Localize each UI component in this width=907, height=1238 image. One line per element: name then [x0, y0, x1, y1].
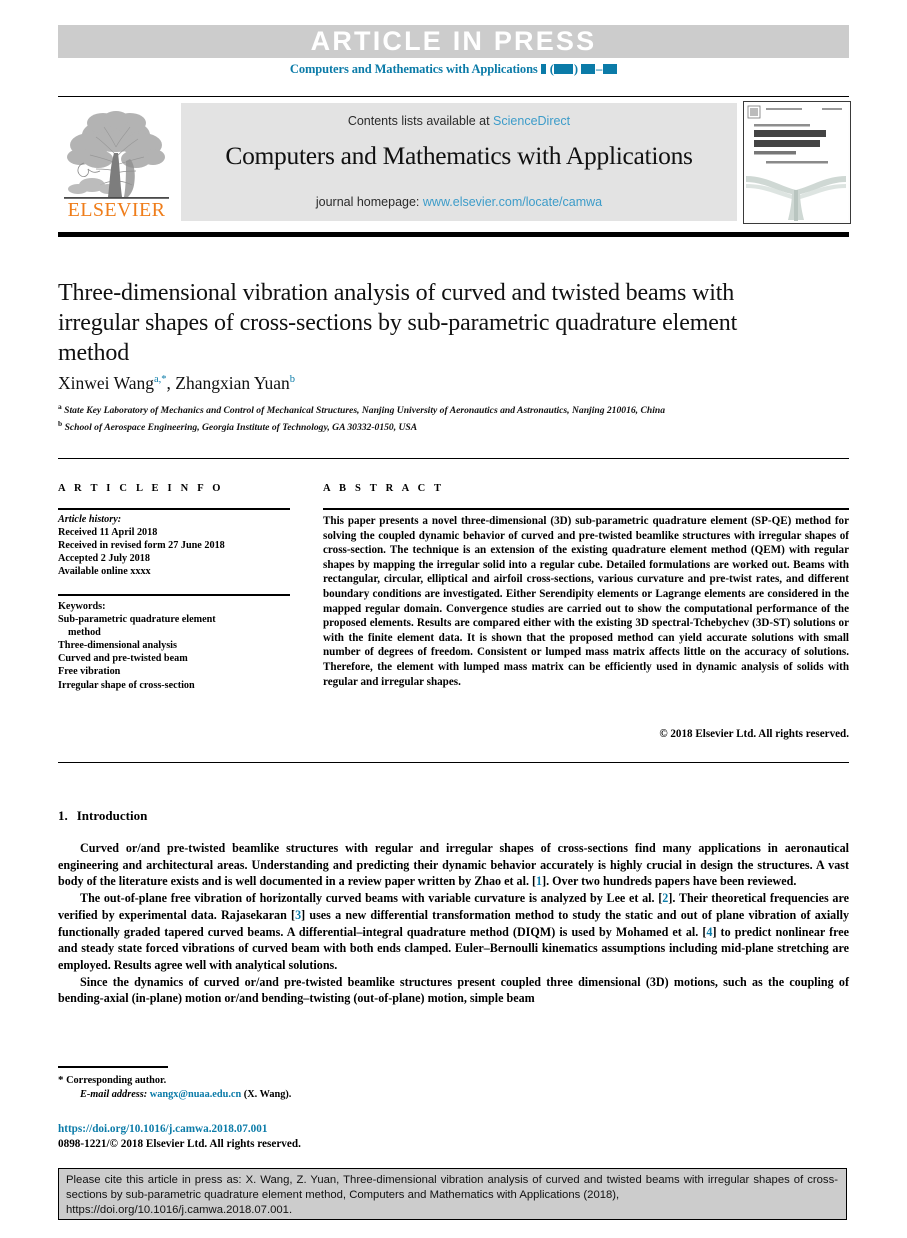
paragraph-1: Curved or/and pre-twisted beamlike struc…	[58, 840, 849, 890]
contents-lists-line: Contents lists available at ScienceDirec…	[181, 114, 737, 128]
introduction-body: Curved or/and pre-twisted beamlike struc…	[58, 840, 849, 1007]
affiliation-b: b School of Aerospace Engineering, Georg…	[58, 418, 838, 435]
author-name-2: Zhangxian Yuan	[175, 373, 290, 393]
affiliations: a State Key Laboratory of Mechanics and …	[58, 401, 838, 434]
author-name-1: Xinwei Wang	[58, 373, 154, 393]
author-1-affiliation-marks: a,*	[153, 374, 167, 386]
issn-copyright-line: 0898-1221/© 2018 Elsevier Ltd. All right…	[58, 1138, 301, 1150]
email-owner: (X. Wang).	[243, 1089, 292, 1101]
homepage-label: journal homepage:	[315, 195, 423, 209]
abstract-text: This paper presents a novel three-dimens…	[323, 515, 849, 688]
journal-homepage-link[interactable]: www.elsevier.com/locate/camwa	[423, 195, 602, 209]
section-heading-introduction: 1. Introduction	[58, 808, 147, 824]
corresponding-author-line: * Corresponding author.	[58, 1073, 578, 1088]
paren-close: )	[573, 62, 578, 76]
keyword-item: Irregular shape of cross-section	[58, 679, 195, 691]
affiliation-a: a State Key Laboratory of Mechanics and …	[58, 401, 838, 418]
article-in-press-banner: ARTICLE IN PRESS	[58, 25, 849, 58]
abstract-heading: A B S T R A C T	[323, 483, 445, 494]
journal-info-panel: Contents lists available at ScienceDirec…	[181, 103, 737, 221]
journal-masthead: ELSEVIER Contents lists available at Sci…	[58, 101, 851, 224]
history-received: Received 11 April 2018	[58, 527, 158, 539]
elsevier-wordmark: ELSEVIER	[67, 199, 166, 221]
keywords-label: Keywords:	[58, 601, 106, 612]
affiliation-b-mark: b	[58, 418, 63, 428]
history-revised: Received in revised form 27 June 2018	[58, 540, 225, 552]
email-label: E-mail address:	[80, 1089, 148, 1101]
paragraph-2-part-a: The out-of-plane free vibration of horiz…	[80, 891, 663, 906]
doi-link[interactable]: https://doi.org/10.1016/j.camwa.2018.07.…	[58, 1122, 578, 1137]
running-journal-title: Computers and Mathematics with Applicati…	[289, 62, 538, 76]
placeholder-year-block	[554, 64, 574, 74]
sciencedirect-link[interactable]: ScienceDirect	[493, 114, 570, 128]
placeholder-startpage-block	[581, 64, 596, 74]
paragraph-2: The out-of-plane free vibration of horiz…	[58, 890, 849, 974]
author-list: Xinwei Wanga,*, Zhangxian Yuanb	[58, 373, 758, 394]
email-line: E-mail address: wangx@nuaa.edu.cn (X. Wa…	[58, 1088, 578, 1102]
author-2-affiliation-marks: b	[289, 374, 296, 386]
corresponding-author-label: Corresponding author.	[66, 1075, 167, 1086]
abstract-bottom-rule	[58, 762, 849, 763]
paragraph-1-part-b: ]. Over two hundreds papers have been re…	[542, 874, 797, 889]
keyword-item: Free vibration	[58, 666, 121, 678]
masthead-top-rule	[58, 96, 849, 97]
section-number: 1.	[58, 808, 68, 823]
keyword-item: Sub-parametric quadrature element	[58, 614, 216, 626]
placeholder-volume-block	[541, 64, 547, 74]
article-history-block: Article history: Received 11 April 2018 …	[58, 513, 308, 578]
asterisk-icon: *	[58, 1074, 64, 1086]
article-info-rule	[58, 508, 290, 510]
affiliation-b-text: School of Aerospace Engineering, Georgia…	[64, 421, 418, 433]
doi-block: https://doi.org/10.1016/j.camwa.2018.07.…	[58, 1122, 578, 1152]
author-separator: ,	[166, 373, 176, 393]
affiliation-bottom-rule	[58, 458, 849, 459]
placeholder-endpage-block	[602, 64, 617, 74]
article-info-heading: A R T I C L E I N F O	[58, 483, 224, 494]
page-dash: –	[595, 62, 603, 76]
please-cite-doi: https://doi.org/10.1016/j.camwa.2018.07.…	[66, 1204, 293, 1217]
paragraph-3: Since the dynamics of curved or/and pre-…	[58, 974, 849, 1006]
please-cite-text: Please cite this article in press as: X.…	[66, 1173, 838, 1219]
journal-cover-image	[744, 102, 848, 221]
keyword-item: Curved and pre-twisted beam	[58, 653, 188, 665]
keywords-block: Keywords: Sub-parametric quadrature elem…	[58, 600, 308, 692]
history-accepted: Accepted 2 July 2018	[58, 553, 150, 565]
contents-prefix-label: Contents lists available at	[347, 114, 494, 128]
paren-open: (	[549, 62, 554, 76]
article-in-press-label: ARTICLE IN PRESS	[310, 26, 597, 56]
masthead-bottom-rule	[58, 232, 849, 237]
journal-title: Computers and Mathematics with Applicati…	[225, 141, 693, 170]
keyword-item: Three-dimensional analysis	[58, 640, 177, 652]
elsevier-logo: ELSEVIER	[58, 101, 175, 223]
paper-page: ARTICLE IN PRESS Computers and Mathemati…	[0, 0, 907, 1238]
footnote-block: * Corresponding author. E-mail address: …	[58, 1073, 578, 1102]
article-history-label: Article history:	[58, 514, 122, 525]
email-link[interactable]: wangx@nuaa.edu.cn	[150, 1089, 241, 1100]
affiliation-a-mark: a	[58, 402, 62, 411]
affiliation-a-text: State Key Laboratory of Mechanics and Co…	[64, 405, 665, 417]
journal-homepage-line: journal homepage: www.elsevier.com/locat…	[181, 195, 737, 209]
running-journal-reference: Computers and Mathematics with Applicati…	[58, 62, 849, 77]
history-available-online: Available online xxxx	[58, 566, 151, 578]
footnote-rule	[58, 1066, 168, 1068]
keyword-item-continuation: method	[68, 627, 101, 639]
please-cite-main: Please cite this article in press as: X.…	[66, 1174, 838, 1202]
abstract-rule	[323, 508, 849, 510]
please-cite-box: Please cite this article in press as: X.…	[58, 1168, 847, 1220]
journal-cover-thumbnail	[743, 101, 851, 224]
keywords-top-rule	[58, 594, 290, 596]
section-title: Introduction	[76, 808, 148, 823]
page-title: Three-dimensional vibration analysis of …	[58, 280, 738, 366]
abstract-copyright: © 2018 Elsevier Ltd. All rights reserved…	[659, 728, 849, 740]
